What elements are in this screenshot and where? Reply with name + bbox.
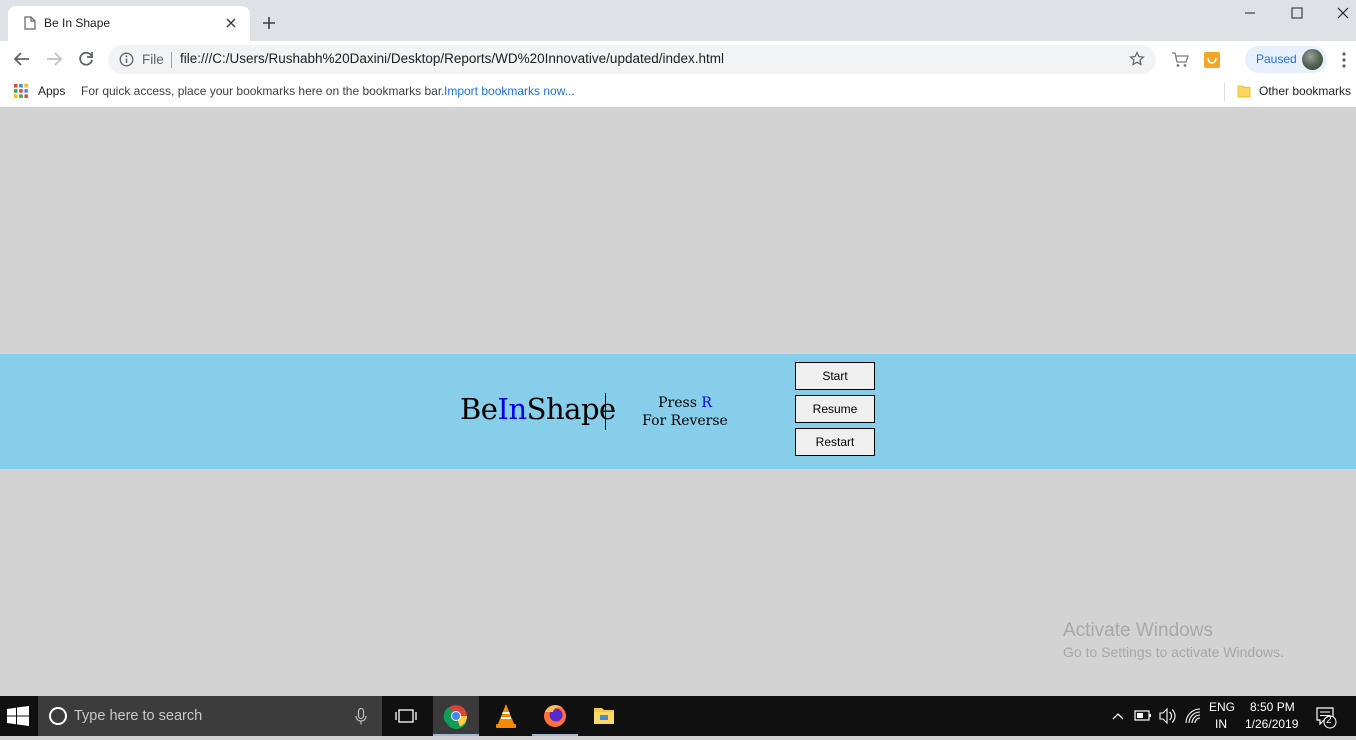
notification-count: 2 [1326, 715, 1332, 726]
language-top[interactable]: ENG [1209, 700, 1235, 714]
star-icon[interactable] [1129, 51, 1145, 67]
forward-icon[interactable] [44, 49, 64, 69]
microphone-icon[interactable] [355, 708, 367, 725]
taskbar: Type here to search ENG IN 8:50 PM 1/26/… [0, 696, 1356, 736]
new-tab-icon[interactable] [261, 15, 277, 31]
bookmarks-hint: For quick access, place your bookmarks h… [81, 84, 445, 98]
cortana-icon [49, 707, 67, 725]
hint-press: Press [658, 395, 702, 411]
hint-reverse: For Reverse [642, 413, 728, 429]
language-bottom[interactable]: IN [1215, 717, 1227, 731]
tab-title: Be In Shape [44, 16, 111, 30]
profile-button[interactable]: Paused [1245, 46, 1327, 73]
browser-toolbar: File file:///C:/Users/Rushabh%20Daxini/D… [0, 41, 1356, 77]
back-icon[interactable] [12, 49, 32, 69]
logo-part-be: Be [460, 392, 498, 426]
resume-button[interactable]: Resume [795, 395, 875, 423]
page-content: BeInShape Press R For Reverse Start Resu… [0, 108, 1356, 696]
firefox-taskbar-button[interactable] [532, 696, 578, 736]
game-logo: BeInShape [460, 392, 616, 426]
reverse-hint: Press R For Reverse [629, 394, 741, 430]
minimize-icon[interactable] [1240, 4, 1260, 22]
page-icon [24, 16, 36, 30]
avatar [1302, 49, 1323, 70]
hint-key: R [701, 395, 712, 411]
tab-strip: Be In Shape [0, 0, 1356, 41]
bookmarks-bar: Apps For quick access, place your bookma… [0, 77, 1356, 108]
logo-part-in: In [497, 392, 527, 426]
logo-part-shape: Shape [526, 392, 617, 426]
close-icon[interactable] [223, 15, 239, 31]
import-bookmarks-link[interactable]: Import bookmarks now... [444, 84, 575, 98]
info-icon[interactable] [119, 52, 134, 67]
wifi-icon[interactable] [1183, 696, 1203, 736]
vlc-icon[interactable] [483, 696, 529, 736]
apps-icon[interactable] [14, 84, 28, 98]
divider [1224, 83, 1225, 101]
action-center-button[interactable]: 2 [1313, 696, 1339, 736]
game-banner: BeInShape Press R For Reverse Start Resu… [0, 354, 1356, 469]
other-bookmarks-link[interactable]: Other bookmarks [1259, 84, 1351, 98]
shopping-extension-icon[interactable] [1203, 51, 1221, 69]
maximize-icon[interactable] [1287, 4, 1307, 22]
taskbar-search[interactable]: Type here to search [38, 696, 382, 736]
clock-date[interactable]: 1/26/2019 [1245, 717, 1298, 731]
battery-icon[interactable] [1133, 696, 1153, 736]
address-bar[interactable]: File file:///C:/Users/Rushabh%20Daxini/D… [108, 45, 1156, 74]
volume-icon[interactable] [1157, 696, 1177, 736]
menu-icon[interactable] [1339, 51, 1349, 69]
activation-watermark: Activate Windows Go to Settings to activ… [1063, 620, 1284, 660]
text-caret [605, 393, 606, 430]
firefox-icon [544, 705, 566, 727]
url-text[interactable]: file:///C:/Users/Rushabh%20Daxini/Deskto… [180, 51, 724, 66]
window-close-icon[interactable] [1333, 4, 1353, 22]
restart-button[interactable]: Restart [795, 428, 875, 456]
scheme-label: File [142, 52, 164, 67]
show-hidden-icons-icon[interactable] [1110, 696, 1126, 736]
watermark-title: Activate Windows [1063, 620, 1213, 641]
watermark-subtitle: Go to Settings to activate Windows. [1063, 644, 1284, 660]
windows-start-icon[interactable] [0, 696, 36, 736]
start-button[interactable]: Start [795, 362, 875, 390]
chrome-icon [443, 705, 468, 730]
apps-link[interactable]: Apps [38, 84, 65, 98]
cart-extension-icon[interactable] [1171, 51, 1189, 69]
divider [171, 52, 172, 68]
clock-time[interactable]: 8:50 PM [1250, 700, 1295, 714]
search-placeholder: Type here to search [74, 708, 203, 724]
reload-icon[interactable] [76, 49, 96, 69]
file-explorer-icon[interactable] [581, 696, 627, 736]
browser-tab[interactable]: Be In Shape [8, 6, 250, 41]
profile-status: Paused [1256, 52, 1297, 66]
chrome-taskbar-button[interactable] [433, 696, 479, 736]
folder-icon [1237, 85, 1251, 98]
task-view-icon[interactable] [383, 696, 429, 736]
